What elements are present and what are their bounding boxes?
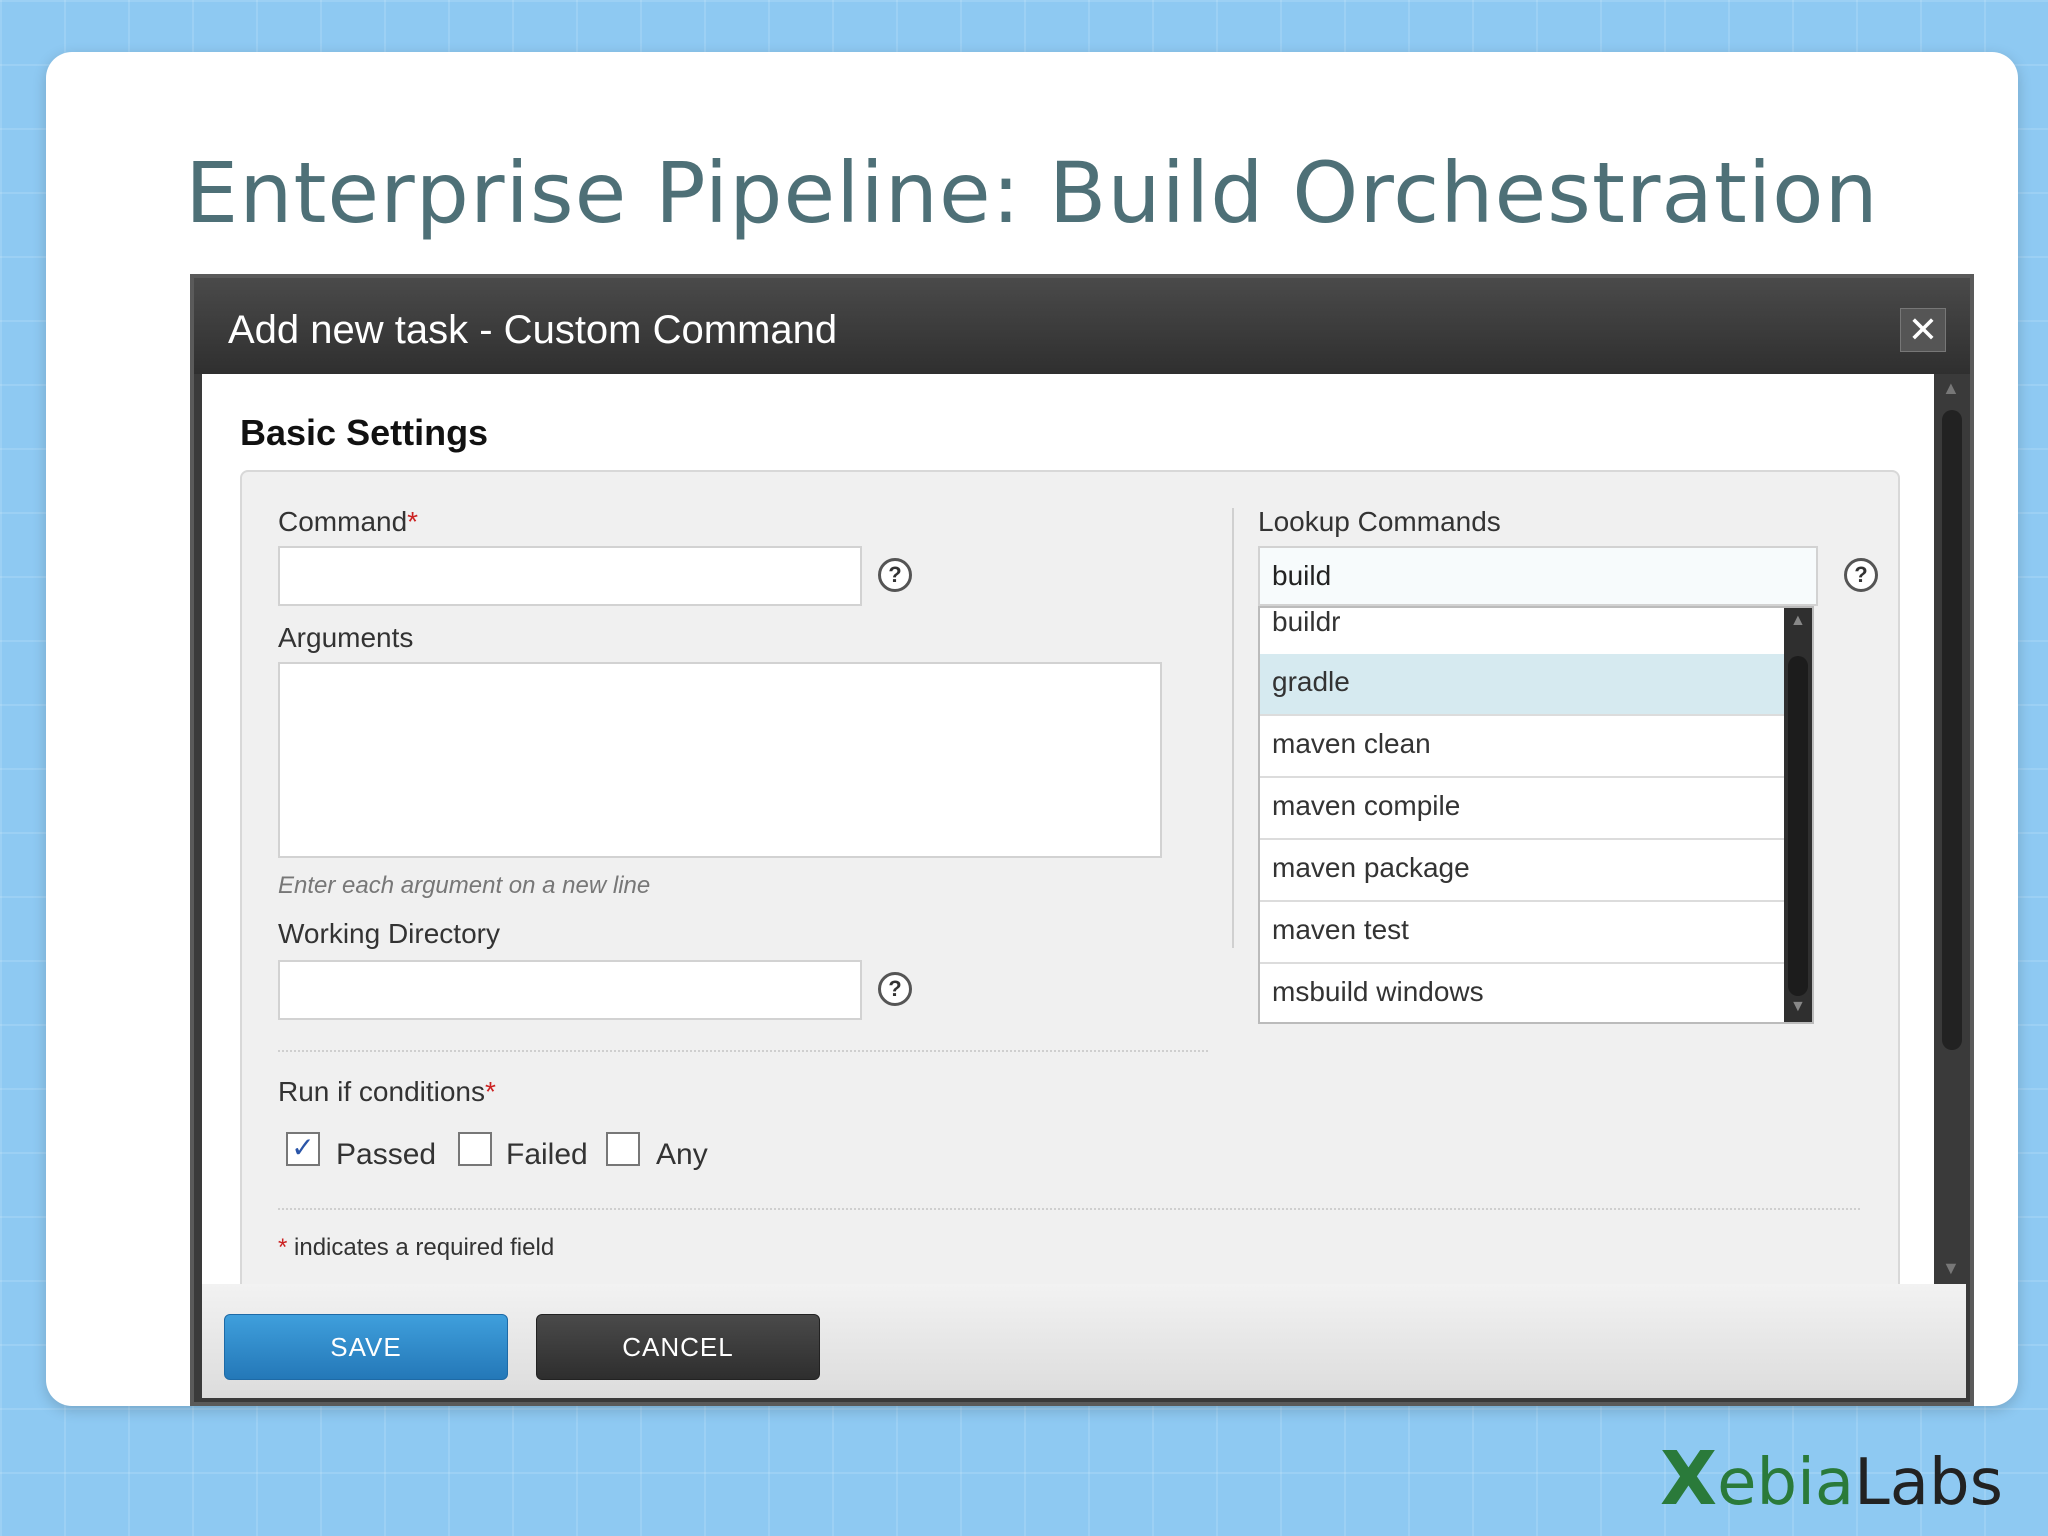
close-icon[interactable]: ✕ [1900,308,1946,352]
failed-checkbox[interactable] [458,1132,492,1166]
required-mark: * [485,1076,496,1107]
working-directory-input[interactable] [278,960,862,1020]
run-if-label-text: Run if conditions [278,1076,486,1107]
footer-divider [278,1208,1860,1210]
section-divider [278,1050,1208,1052]
dropdown-scrollbar[interactable]: ▲ ▼ [1784,608,1812,1022]
required-note-text: indicates a required field [287,1234,555,1261]
dialog-header: Add new task - Custom Command ✕ [194,278,1970,374]
lookup-label: Lookup Commands [1258,506,1501,537]
working-directory-label: Working Directory [278,918,500,949]
required-note: * indicates a required field [278,1234,554,1262]
command-input[interactable] [278,546,862,606]
scroll-down-icon[interactable]: ▼ [1942,1258,1960,1279]
dialog-title: Add new task - Custom Command [228,308,838,352]
run-if-label: Run if conditions* [278,1076,496,1108]
arguments-textarea[interactable] [278,662,1162,858]
dropdown-item[interactable]: maven package [1260,840,1786,902]
lookup-dropdown: buildr gradle maven clean maven compile … [1258,606,1814,1024]
logo-x: X [1660,1436,1718,1522]
working-directory-help-icon[interactable]: ? [878,972,912,1006]
required-mark: * [278,1234,288,1261]
arguments-hint: Enter each argument on a new line [278,872,651,899]
dialog-scrollbar[interactable]: ▲ ▼ [1938,374,1966,1284]
dropdown-scroll-thumb[interactable] [1788,656,1808,996]
dialog-footer: SAVE CANCEL [202,1284,1966,1398]
command-help-icon[interactable]: ? [878,558,912,592]
section-title: Basic Settings [240,412,489,453]
add-task-dialog: Add new task - Custom Command ✕ Basic Se… [190,274,1974,1406]
passed-label: Passed [336,1138,437,1171]
settings-panel: Command* ? Arguments Enter each argument… [240,470,1900,1284]
command-label-text: Command [278,506,408,537]
scroll-up-icon[interactable]: ▲ [1790,612,1806,630]
scroll-up-icon[interactable]: ▲ [1942,378,1960,399]
dropdown-item[interactable]: maven test [1260,902,1786,964]
any-checkbox[interactable] [606,1132,640,1166]
scroll-down-icon[interactable]: ▼ [1790,998,1806,1016]
slide-title: Enterprise Pipeline: Build Orchestration [185,144,1879,242]
dropdown-item[interactable]: msbuild windows [1260,964,1786,1022]
dropdown-item-selected[interactable]: gradle [1260,654,1786,716]
failed-label: Failed [506,1138,588,1171]
dropdown-item[interactable]: maven clean [1260,716,1786,778]
command-label: Command* [278,506,418,538]
dropdown-item[interactable]: maven compile [1260,778,1786,840]
cancel-button[interactable]: CANCEL [536,1314,820,1380]
xebialabs-logo: XebiaLabs [1660,1436,2003,1522]
logo-ebia: ebia [1717,1446,1855,1520]
save-button[interactable]: SAVE [224,1314,508,1380]
column-divider [1232,508,1234,948]
dropdown-item[interactable]: buildr [1260,608,1786,656]
lookup-help-icon[interactable]: ? [1844,558,1878,592]
required-mark: * [407,506,419,537]
any-label: Any [656,1138,708,1171]
passed-checkbox[interactable]: ✓ [286,1132,320,1166]
dialog-body: Basic Settings Command* ? Arguments Ente… [202,374,1934,1284]
arguments-label: Arguments [278,622,414,653]
dialog-scroll-thumb[interactable] [1942,410,1962,1050]
lookup-input[interactable] [1258,546,1818,606]
logo-labs: Labs [1854,1446,2003,1520]
slide-card: Enterprise Pipeline: Build Orchestration… [46,52,2018,1406]
